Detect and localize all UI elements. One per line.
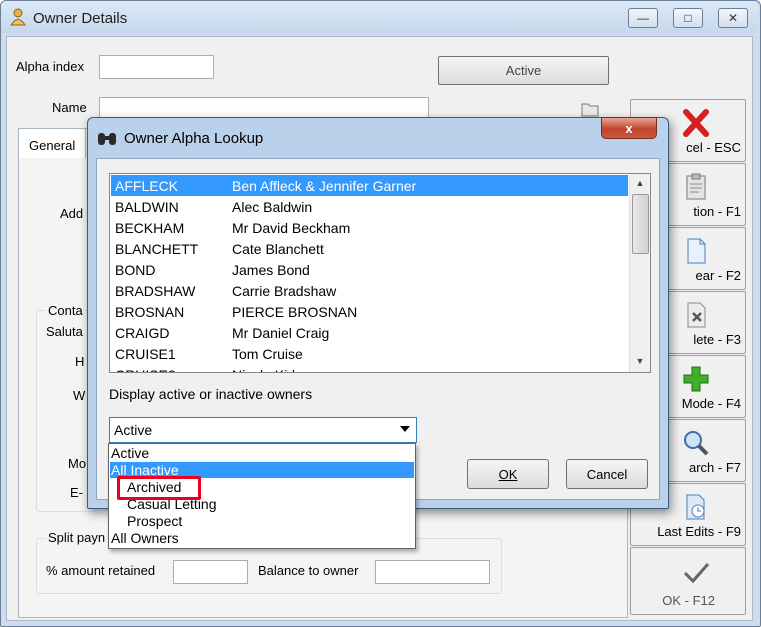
owner-list-row[interactable]: CRUISE2 Nicole Kidman xyxy=(111,364,628,372)
owner-code: CRUISE1 xyxy=(115,346,176,362)
owner-code: BLANCHETT xyxy=(115,241,199,257)
person-icon xyxy=(10,8,26,26)
owner-code: BOND xyxy=(115,262,156,278)
new-document-icon xyxy=(687,238,706,264)
owner-status-value: Active xyxy=(114,422,153,438)
owner-code: BECKHAM xyxy=(115,220,185,236)
tab-general[interactable]: General xyxy=(18,128,86,158)
active-status-button[interactable]: Active xyxy=(438,56,609,85)
minimize-button[interactable]: — xyxy=(628,8,658,28)
last-edits-f9-label: Last Edits - F9 xyxy=(657,524,741,539)
clipboard-icon xyxy=(686,173,706,200)
dialog-close-button[interactable]: x xyxy=(601,117,657,139)
salutation-label: Saluta xyxy=(46,324,83,339)
ok-f12-button[interactable]: OK - F12 xyxy=(630,547,746,615)
owner-code: BROSNAN xyxy=(115,304,185,320)
tab-general-label: General xyxy=(29,138,76,153)
amount-retained-input[interactable] xyxy=(173,560,248,584)
name-label: Name xyxy=(52,100,87,115)
owner-list-row[interactable]: BOND James Bond xyxy=(111,259,628,280)
alpha-index-input[interactable] xyxy=(99,55,214,79)
email-label: E- xyxy=(70,485,83,500)
scroll-down-icon[interactable]: ▼ xyxy=(630,352,650,370)
owner-list-row[interactable]: BRADSHAW Carrie Bradshaw xyxy=(111,280,628,301)
owner-code: BALDWIN xyxy=(115,199,179,215)
owner-list-row[interactable]: BROSNAN PIERCE BROSNAN xyxy=(111,301,628,322)
scroll-thumb[interactable] xyxy=(632,194,649,254)
chevron-down-icon[interactable] xyxy=(400,426,410,432)
dropdown-option[interactable]: Prospect xyxy=(110,513,414,529)
owner-list-row[interactable]: BALDWIN Alec Baldwin xyxy=(111,196,628,217)
alpha-index-label: Alpha index xyxy=(16,59,84,74)
owner-list-scrollbar[interactable]: ▲ ▼ xyxy=(629,174,650,372)
owner-list-row[interactable]: BECKHAM Mr David Beckham xyxy=(111,217,628,238)
maximize-icon: □ xyxy=(684,11,692,25)
owner-name: Mr Daniel Craig xyxy=(232,325,330,341)
owner-code: AFFLECK xyxy=(115,178,179,194)
title-bar[interactable]: Owner Details — □ ✕ xyxy=(1,1,758,33)
checkmark-icon xyxy=(683,563,710,584)
dialog-title: Owner Alpha Lookup xyxy=(124,130,264,147)
address-label: Add xyxy=(60,206,84,221)
magnifier-icon xyxy=(684,431,709,456)
minimize-icon: — xyxy=(637,11,649,25)
red-x-icon xyxy=(683,109,709,137)
owner-name: Alec Baldwin xyxy=(232,199,313,215)
balance-to-owner-label: Balance to owner xyxy=(258,563,359,578)
home-phone-label: H xyxy=(75,354,85,369)
owner-name: Mr David Beckham xyxy=(232,220,351,236)
close-button[interactable]: ✕ xyxy=(718,8,748,28)
balance-to-owner-input[interactable] xyxy=(375,560,490,584)
dropdown-option[interactable]: Active xyxy=(110,445,414,461)
scroll-up-icon[interactable]: ▲ xyxy=(630,174,650,192)
owner-code: BRADSHAW xyxy=(115,283,196,299)
owner-list-row[interactable]: BLANCHETT Cate Blanchett xyxy=(111,238,628,259)
close-icon: x xyxy=(625,120,633,136)
annotation-highlight-box xyxy=(117,476,201,500)
owner-name: Tom Cruise xyxy=(232,346,303,362)
owner-code: CRUISE2 xyxy=(115,367,176,372)
maximize-button[interactable]: □ xyxy=(673,8,703,28)
mobile-label: Mo xyxy=(68,456,87,471)
split-payment-label: Split payn xyxy=(46,530,108,545)
amount-retained-label: % amount retained xyxy=(46,563,156,578)
owner-status-select[interactable]: Active xyxy=(109,417,417,443)
cancel-button-label: Cancel xyxy=(586,466,628,482)
owner-name: Cate Blanchett xyxy=(232,241,324,257)
owner-name: Ben Affleck & Jennifer Garner xyxy=(232,178,417,194)
window-title: Owner Details xyxy=(33,10,128,27)
green-plus-icon xyxy=(683,366,709,392)
owner-name: PIERCE BROSNAN xyxy=(232,304,358,320)
binoculars-icon xyxy=(98,133,116,145)
ok-button-label: OK xyxy=(498,466,518,482)
folder-icon[interactable] xyxy=(581,101,599,117)
owner-code: CRAIGD xyxy=(115,325,170,341)
contact-label: Conta xyxy=(46,303,85,318)
filter-label: Display active or inactive owners xyxy=(109,386,313,402)
work-phone-label: W xyxy=(73,388,86,403)
owner-list[interactable]: AFFLECK Ben Affleck & Jennifer Garner BALD… xyxy=(109,173,651,373)
ok-button[interactable]: OK xyxy=(467,459,549,489)
dropdown-option[interactable]: All Owners xyxy=(110,530,414,546)
delete-document-icon xyxy=(687,302,706,328)
owner-list-row[interactable]: CRUISE1 Tom Cruise xyxy=(111,343,628,364)
history-icon xyxy=(686,494,705,520)
owner-name: Nicole Kidman xyxy=(232,367,322,372)
close-icon: ✕ xyxy=(727,11,739,25)
owner-list-row[interactable]: CRAIGD Mr Daniel Craig xyxy=(111,322,628,343)
cancel-button[interactable]: Cancel xyxy=(566,459,648,489)
ok-f12-label: OK - F12 xyxy=(662,593,715,608)
owner-list-row[interactable]: AFFLECK Ben Affleck & Jennifer Garner xyxy=(111,175,628,196)
owner-name: Carrie Bradshaw xyxy=(232,283,337,299)
owner-name: James Bond xyxy=(232,262,310,278)
